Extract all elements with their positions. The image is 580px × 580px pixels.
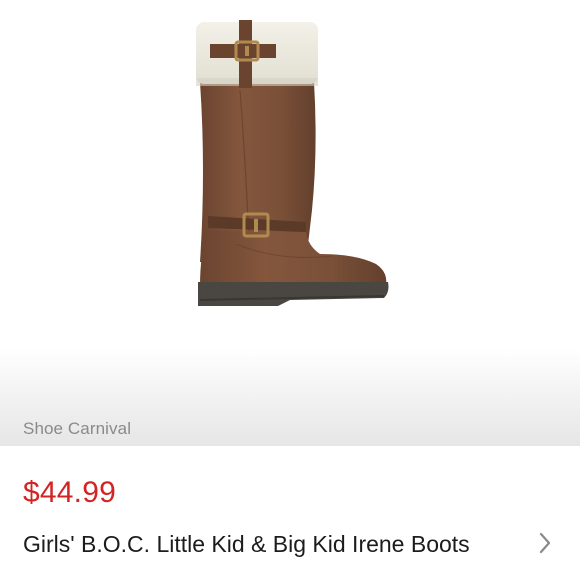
- chevron-right-icon[interactable]: [536, 530, 554, 556]
- product-details: $44.99 Girls' B.O.C. Little Kid & Big Ki…: [0, 446, 580, 580]
- boot-product-image[interactable]: [0, 0, 580, 446]
- product-price: $44.99: [23, 476, 116, 509]
- product-title: Girls' B.O.C. Little Kid & Big Kid Irene…: [23, 531, 470, 557]
- seller-name[interactable]: Shoe Carnival: [23, 419, 131, 439]
- product-image-area[interactable]: Shoe Carnival: [0, 0, 580, 446]
- product-title-row[interactable]: Girls' B.O.C. Little Kid & Big Kid Irene…: [0, 526, 580, 580]
- product-listing-screen: Shoe Carnival $44.99 Girls' B.O.C. Littl…: [0, 0, 580, 580]
- boot-sole: [198, 282, 389, 306]
